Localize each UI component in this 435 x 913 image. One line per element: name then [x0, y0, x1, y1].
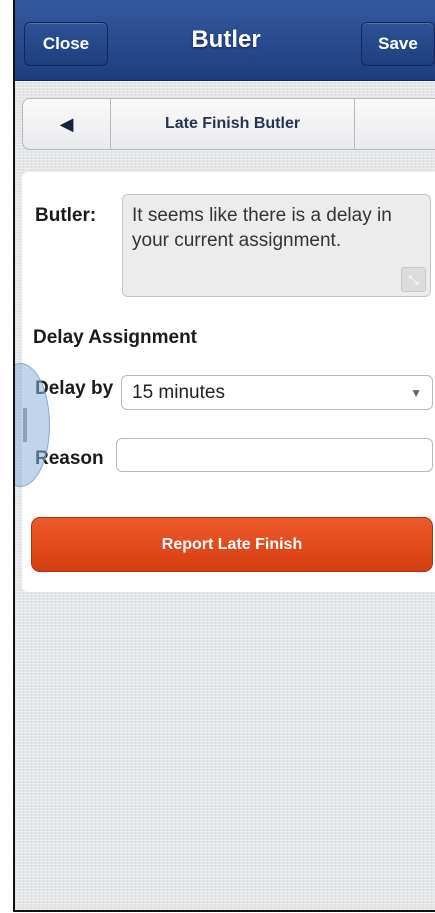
- butler-message-box[interactable]: It seems like there is a delay in your c…: [122, 194, 431, 297]
- reason-input[interactable]: [116, 438, 433, 472]
- report-late-finish-button[interactable]: Report Late Finish: [31, 517, 433, 572]
- header-bar: Close Butler Save: [15, 0, 435, 81]
- delay-select-value: 15 minutes: [132, 381, 225, 403]
- butler-label: Butler:: [35, 205, 97, 226]
- nav-right-segment[interactable]: [355, 99, 435, 149]
- back-arrow-icon: ◀: [59, 113, 74, 134]
- app-frame: Close Butler Save ◀ Late Finish Butler B…: [13, 0, 435, 912]
- back-button[interactable]: ◀: [23, 99, 111, 149]
- butler-message: It seems like there is a delay in your c…: [132, 205, 392, 251]
- section-heading: Delay Assignment: [33, 327, 198, 348]
- nav-title: Late Finish Butler: [111, 99, 355, 149]
- save-button[interactable]: Save: [361, 22, 435, 66]
- delay-select[interactable]: 15 minutes ▼: [121, 375, 433, 410]
- chevron-down-icon: ▼: [410, 385, 422, 400]
- drawer-handle-icon: [23, 408, 27, 442]
- form-card: Butler: It seems like there is a delay i…: [22, 172, 435, 592]
- expand-icon[interactable]: ⤡: [401, 267, 426, 292]
- segmented-nav: ◀ Late Finish Butler: [22, 98, 435, 150]
